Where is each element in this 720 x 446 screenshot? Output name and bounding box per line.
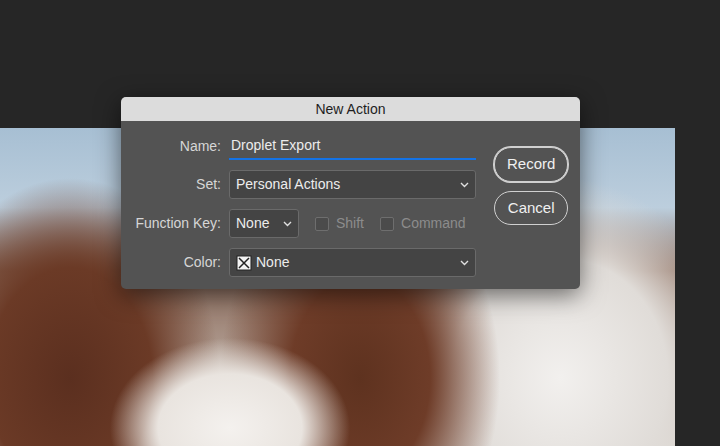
set-select[interactable]: Personal Actions xyxy=(229,170,476,199)
modifier-checkbox: Command xyxy=(380,213,466,234)
button-column: Record Cancel xyxy=(494,133,568,277)
dialog-button[interactable]: Cancel xyxy=(494,191,568,226)
select-value: None xyxy=(236,213,269,234)
field-label: Function Key: xyxy=(129,213,221,234)
dialog-body: Name: Set: Personal Actions Function Key: No… xyxy=(121,121,580,289)
new-action-dialog: New Action Name: Set: Personal Actions Funct… xyxy=(121,97,580,289)
field-cell: None xyxy=(229,248,476,277)
checkbox-label: Shift xyxy=(336,213,364,234)
modifier-checkbox: Shift xyxy=(315,213,364,234)
name-input[interactable] xyxy=(229,133,476,160)
field-label: Name: xyxy=(129,136,221,157)
select-value: Personal Actions xyxy=(236,174,340,195)
action-form: Name: Set: Personal Actions Function Key: No… xyxy=(129,133,476,277)
checkbox-box xyxy=(380,217,394,231)
dialog-button[interactable]: Record xyxy=(494,147,568,182)
chevron-icon xyxy=(460,182,469,188)
select-value: None xyxy=(256,252,289,273)
color-select[interactable]: None xyxy=(229,248,476,277)
field-cell: None Shift Command xyxy=(229,209,476,238)
chevron-icon xyxy=(460,260,469,266)
function-key-select[interactable]: None xyxy=(229,209,299,238)
field-label: Set: xyxy=(129,174,221,195)
field-cell: Personal Actions xyxy=(229,170,476,199)
field-cell xyxy=(229,133,476,160)
field-label: Color: xyxy=(129,252,221,273)
checkbox-box xyxy=(315,217,329,231)
checkbox-label: Command xyxy=(401,213,466,234)
chevron-icon xyxy=(283,221,292,227)
title-bar: New Action xyxy=(121,97,580,121)
no-color-icon xyxy=(236,255,252,271)
